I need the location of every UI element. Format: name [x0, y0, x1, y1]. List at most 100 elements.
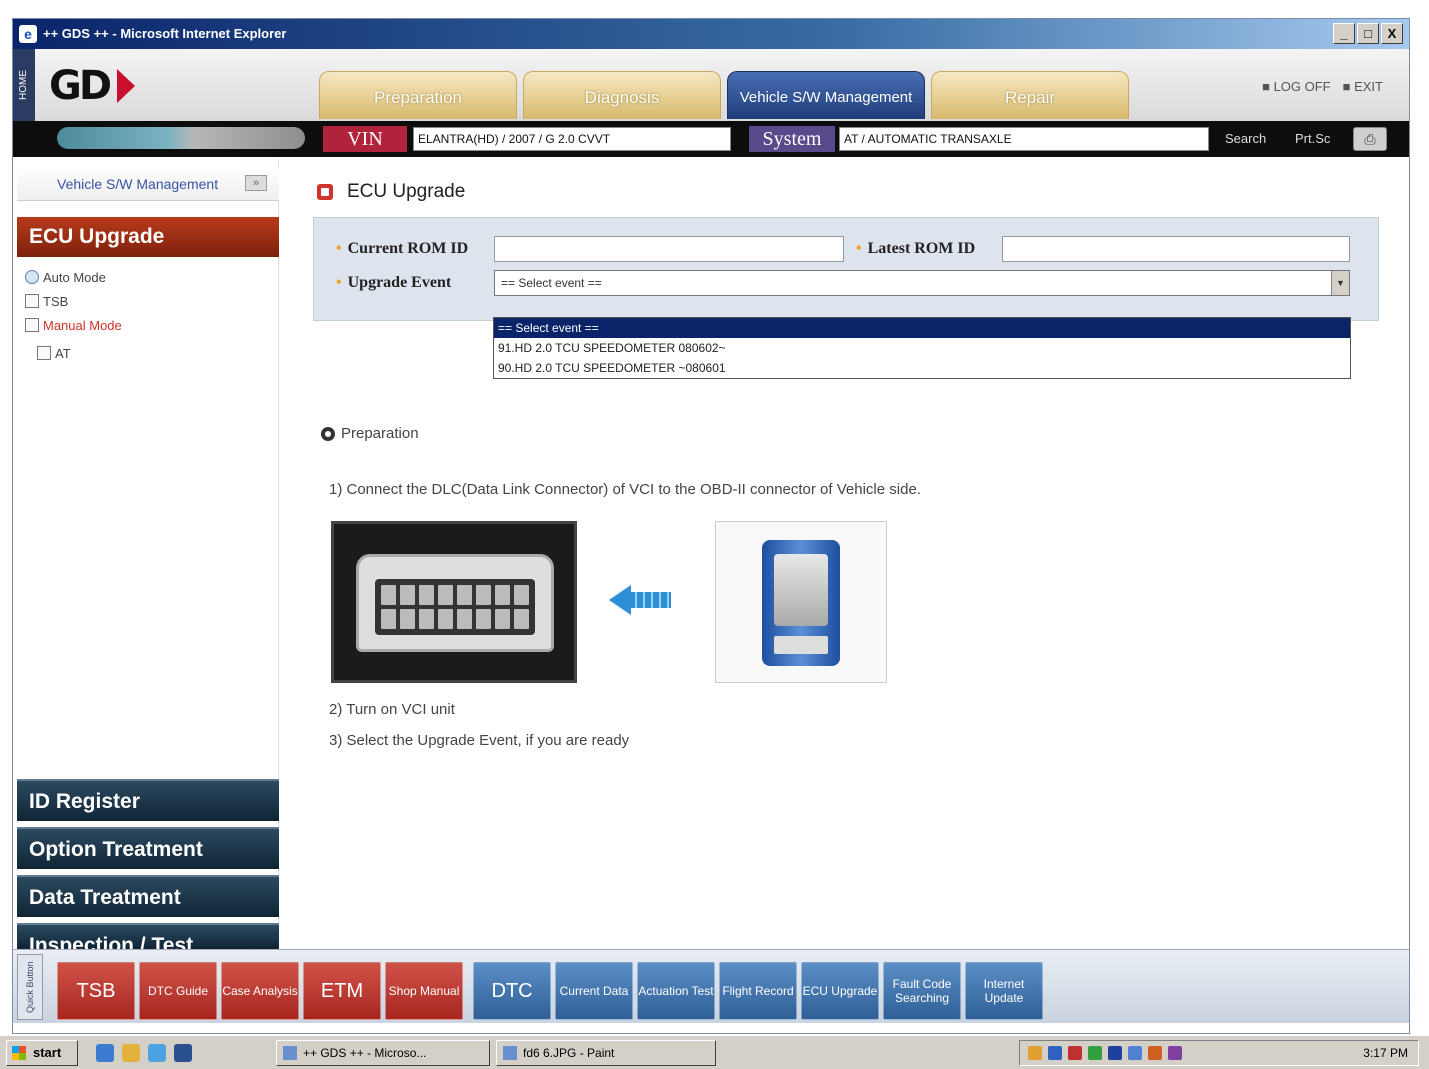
upgrade-event-selected: == Select event ==	[501, 276, 602, 290]
media-quicklaunch-icon[interactable]	[148, 1044, 166, 1062]
sidebar-item-inspection-test[interactable]: Inspection / Test	[17, 923, 279, 949]
exit-link[interactable]: ■ EXIT	[1343, 79, 1383, 94]
sidebar-item-ecu-upgrade[interactable]: ECU Upgrade	[17, 217, 279, 257]
current-rom-label: Current ROM ID	[336, 240, 469, 258]
case-analysis-button[interactable]: Case Analysis	[221, 962, 299, 1020]
home-button[interactable]: HOME	[13, 49, 35, 121]
obd-port-shape	[356, 554, 554, 652]
tree-item-auto-mode[interactable]: Auto Mode	[25, 265, 122, 289]
mode-indicator	[57, 127, 305, 149]
system-field[interactable]: AT / AUTOMATIC TRANSAXLE	[839, 127, 1209, 151]
taskbar-item-gds[interactable]: ++ GDS ++ - Microso...	[276, 1040, 490, 1066]
vin-field[interactable]: ELANTRA(HD) / 2007 / G 2.0 CVVT	[413, 127, 731, 151]
tree-item-tsb[interactable]: TSB	[25, 289, 122, 313]
page-title: ECU Upgrade	[317, 181, 465, 203]
tree-item-manual-mode[interactable]: Manual Mode	[25, 313, 122, 337]
etm-button[interactable]: ETM	[303, 962, 381, 1020]
upgrade-form: Current ROM ID Latest ROM ID Upgrade Eve…	[313, 217, 1379, 321]
main-tabs: Preparation Diagnosis Vehicle S/W Manage…	[319, 71, 1129, 119]
print-screen-button[interactable]: ⎙	[1353, 127, 1387, 151]
preparation-heading: Preparation	[321, 425, 419, 442]
tray-icon[interactable]	[1048, 1046, 1062, 1060]
folder-quicklaunch-icon[interactable]	[122, 1044, 140, 1062]
clock: 3:17 PM	[1363, 1046, 1408, 1060]
close-button[interactable]: X	[1381, 23, 1403, 44]
fault-code-searching-button[interactable]: Fault Code Searching	[883, 962, 961, 1020]
toolbar-side-label: Quick Button	[17, 954, 43, 1020]
desktop-quicklaunch-icon[interactable]	[174, 1044, 192, 1062]
sidebar-item-data-treatment[interactable]: Data Treatment	[17, 875, 279, 917]
tray-icon[interactable]	[1028, 1046, 1042, 1060]
gds-logo: GD	[49, 63, 149, 109]
window-title: ++ GDS ++ - Microsoft Internet Explorer	[43, 26, 287, 41]
maximize-button[interactable]: □	[1357, 23, 1379, 44]
tray-icon[interactable]	[1148, 1046, 1162, 1060]
internet-update-button[interactable]: Internet Update	[965, 962, 1043, 1020]
vci-label-strip	[774, 636, 828, 654]
sidebar-item-id-register[interactable]: ID Register	[17, 779, 279, 821]
shop-manual-button[interactable]: Shop Manual	[385, 962, 463, 1020]
page-title-text: ECU Upgrade	[347, 181, 466, 202]
system-label: System	[749, 126, 835, 152]
logoff-label: LOG OFF	[1273, 79, 1331, 94]
tab-vehicle-sw-management[interactable]: Vehicle S/W Management	[727, 71, 925, 119]
sidebar-tree: Auto Mode TSB Manual Mode AT	[25, 265, 122, 365]
obd-connector-image	[331, 521, 577, 683]
sidebar-header: Vehicle S/W Management »	[17, 167, 279, 201]
tab-repair[interactable]: Repair	[931, 71, 1129, 119]
tree-item-label: Auto Mode	[43, 269, 106, 285]
dtc-guide-button[interactable]: DTC Guide	[139, 962, 217, 1020]
title-bar: e ++ GDS ++ - Microsoft Internet Explore…	[13, 19, 1409, 49]
tray-icon[interactable]	[1108, 1046, 1122, 1060]
globe-icon	[25, 270, 39, 284]
tray-icon[interactable]	[1168, 1046, 1182, 1060]
tab-preparation[interactable]: Preparation	[319, 71, 517, 119]
tab-diagnosis[interactable]: Diagnosis	[523, 71, 721, 119]
taskbar-item-paint[interactable]: fd6 6.JPG - Paint	[496, 1040, 716, 1066]
tree-item-at[interactable]: AT	[25, 341, 122, 365]
latest-rom-input[interactable]	[1002, 236, 1350, 262]
ecu-upgrade-button[interactable]: ECU Upgrade	[801, 962, 879, 1020]
step-2-text: 2) Turn on VCI unit	[329, 701, 455, 718]
actuation-test-button[interactable]: Actuation Test	[637, 962, 715, 1020]
sidebar-go-icon[interactable]: »	[245, 175, 267, 191]
dropdown-option[interactable]: 91.HD 2.0 TCU SPEEDOMETER 080602~	[494, 338, 1350, 358]
quick-toolbar: Quick Button TSB DTC Guide Case Analysis…	[13, 949, 1409, 1023]
tray-icon[interactable]	[1068, 1046, 1082, 1060]
obd-pins	[375, 579, 535, 635]
logoff-link[interactable]: ■ LOG OFF	[1262, 79, 1331, 94]
internet-explorer-icon: e	[19, 25, 37, 43]
dtc-button[interactable]: DTC	[473, 962, 551, 1020]
upgrade-event-dropdown: == Select event == 91.HD 2.0 TCU SPEEDOM…	[493, 317, 1351, 379]
tree-item-label: Manual Mode	[43, 317, 122, 333]
minimize-button[interactable]: _	[1333, 23, 1355, 44]
preparation-heading-text: Preparation	[341, 425, 419, 442]
window-controls: _ □ X	[1333, 23, 1403, 44]
radio-bullet-icon	[321, 426, 335, 441]
tray-icons	[1028, 1046, 1182, 1060]
folder-icon	[25, 318, 39, 332]
vehicle-info-bar: VIN ELANTRA(HD) / 2007 / G 2.0 CVVT Syst…	[13, 121, 1409, 157]
search-link[interactable]: Search	[1225, 131, 1266, 146]
tsb-button[interactable]: TSB	[57, 962, 135, 1020]
current-data-button[interactable]: Current Data	[555, 962, 633, 1020]
dropdown-option[interactable]: == Select event ==	[494, 318, 1350, 338]
vci-body	[762, 540, 840, 666]
sidebar-item-option-treatment[interactable]: Option Treatment	[17, 827, 279, 869]
tree-item-label: TSB	[43, 293, 69, 309]
tree-item-label: AT	[55, 345, 71, 361]
document-icon	[37, 346, 51, 360]
current-rom-input[interactable]	[494, 236, 844, 262]
latest-rom-label: Latest ROM ID	[856, 240, 976, 258]
sidebar-header-label: Vehicle S/W Management	[57, 176, 219, 192]
flight-record-button[interactable]: Flight Record	[719, 962, 797, 1020]
ie-quicklaunch-icon[interactable]	[96, 1044, 114, 1062]
tray-icon[interactable]	[1128, 1046, 1142, 1060]
dropdown-option[interactable]: 90.HD 2.0 TCU SPEEDOMETER ~080601	[494, 358, 1350, 378]
tray-icon[interactable]	[1088, 1046, 1102, 1060]
chevron-down-icon[interactable]: ▼	[1331, 271, 1349, 295]
start-button[interactable]: start	[6, 1040, 78, 1066]
sidebar-item-label: Inspection / Test	[29, 934, 194, 949]
browser-window: e ++ GDS ++ - Microsoft Internet Explore…	[12, 18, 1410, 1034]
upgrade-event-select[interactable]: == Select event == ▼	[494, 270, 1350, 296]
